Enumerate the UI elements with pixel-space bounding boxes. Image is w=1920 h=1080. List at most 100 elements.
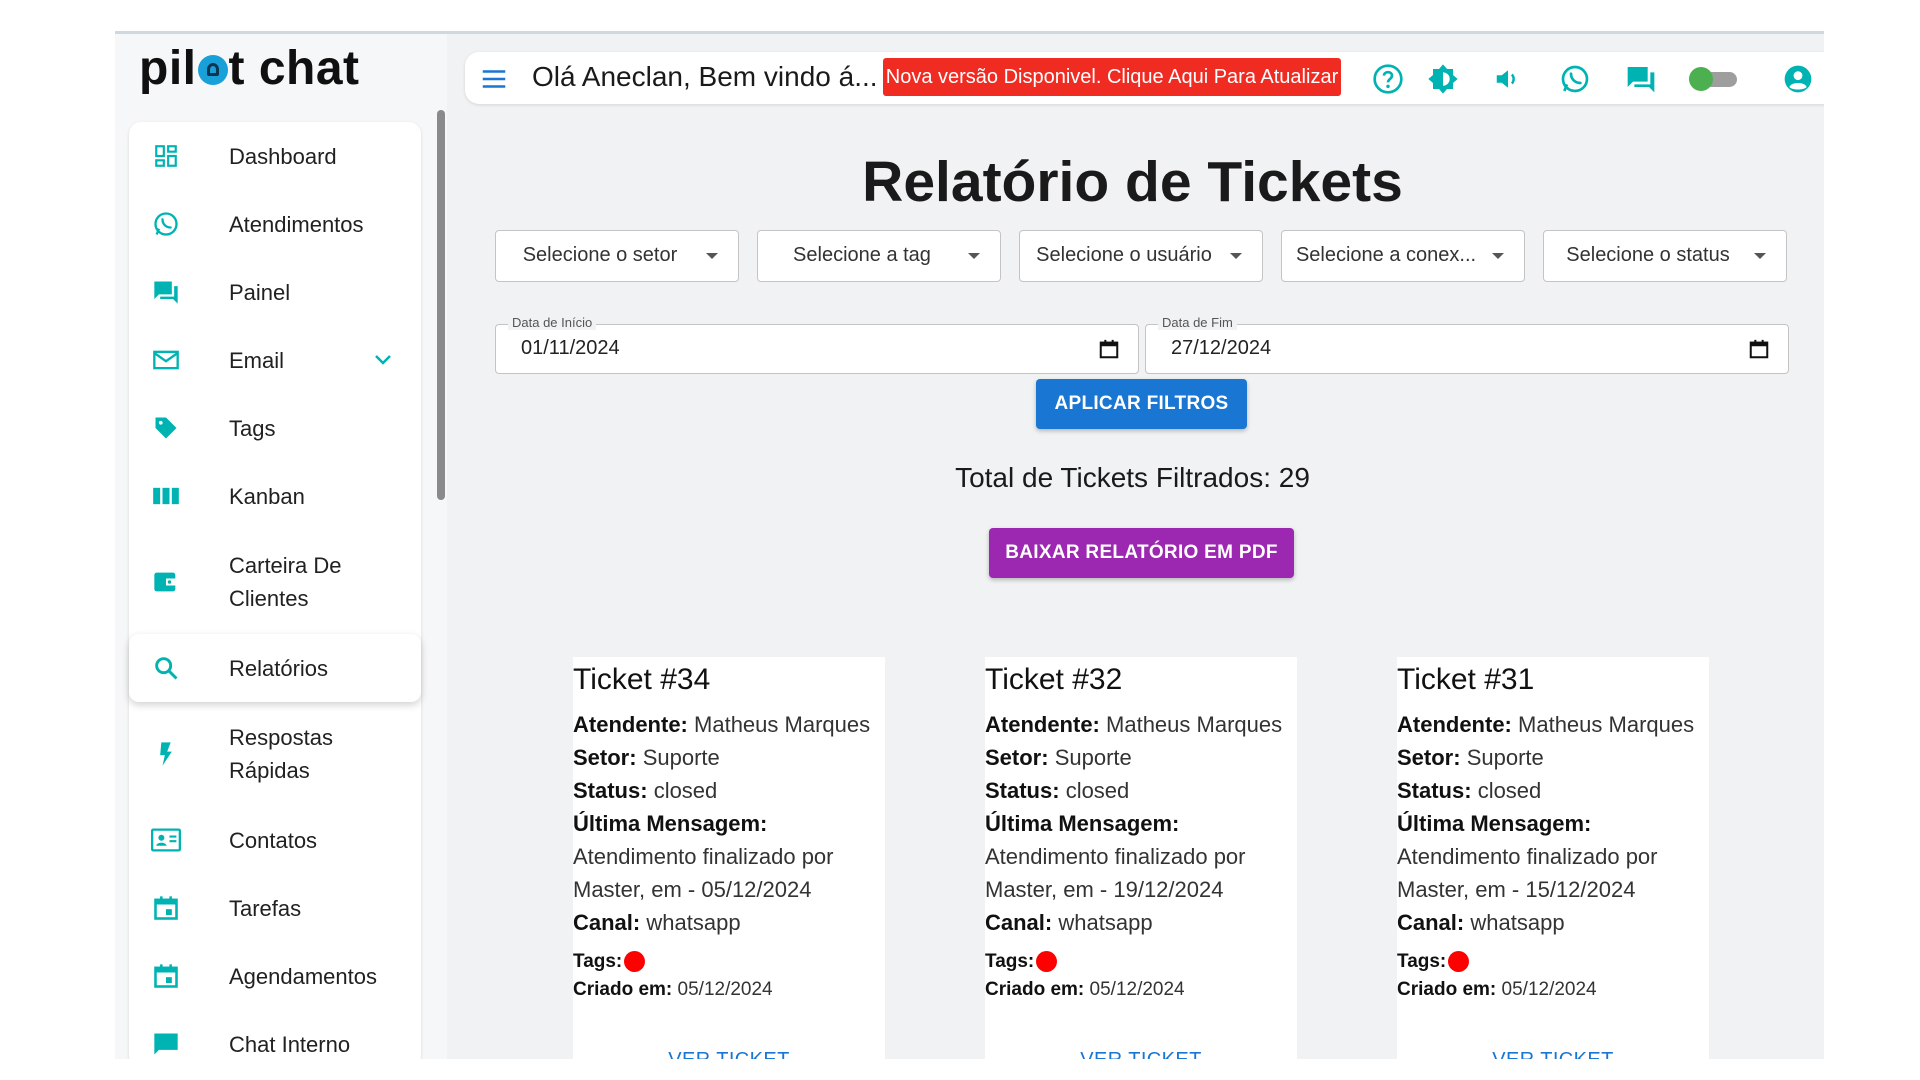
- menu-icon[interactable]: [479, 64, 509, 99]
- sidebar-item-dashboard[interactable]: Dashboard: [129, 122, 421, 190]
- ticket-sector: Setor: Suporte: [573, 741, 720, 774]
- tag-dot: [624, 951, 646, 972]
- select-label: Selecione o usuário: [1036, 244, 1212, 266]
- volume-icon[interactable]: [1492, 63, 1524, 95]
- sidebar-item-relatorios[interactable]: Relatórios: [129, 634, 421, 702]
- ticket-attendant: Atendente: Matheus Marques: [1397, 708, 1694, 741]
- sidebar-item-atendimentos[interactable]: Atendimentos: [129, 190, 421, 258]
- view-ticket-link[interactable]: VER TICKET: [573, 1049, 885, 1059]
- forum-icon: [151, 277, 181, 307]
- apply-filters-button[interactable]: APLICAR FILTROS: [1036, 379, 1247, 429]
- start-date-field[interactable]: Data de Início 01/11/2024: [495, 315, 1139, 374]
- dropdown-arrow-icon: [1492, 253, 1504, 259]
- status-value: closed: [1477, 778, 1542, 803]
- ticket-status: Status: closed: [1397, 774, 1541, 807]
- end-date-field[interactable]: Data de Fim 27/12/2024: [1145, 315, 1789, 374]
- theme-toggle[interactable]: [1685, 63, 1741, 95]
- select-label: Selecione a conex...: [1295, 244, 1477, 266]
- sidebar-item-chat-interno[interactable]: Chat Interno: [129, 1010, 421, 1059]
- wallet-icon: [151, 567, 181, 597]
- sidebar-item-label: Tags: [229, 415, 276, 441]
- chevron-down-icon[interactable]: [373, 347, 393, 373]
- ticket-status: Status: closed: [573, 774, 717, 807]
- ticket-tags: Tags:: [573, 951, 646, 973]
- sidebar-item-email[interactable]: Email: [129, 326, 421, 394]
- brightness-icon[interactable]: [1427, 63, 1459, 95]
- sidebar-item-painel[interactable]: Painel: [129, 258, 421, 326]
- status-value: closed: [653, 778, 718, 803]
- attendant-value: Matheus Marques: [1518, 712, 1695, 737]
- view-ticket-link[interactable]: VER TICKET: [985, 1049, 1297, 1059]
- sidebar-item-label: Tarefas: [229, 895, 302, 921]
- ticket-sector: Setor: Suporte: [1397, 741, 1544, 774]
- channel-value: whatsapp: [646, 910, 741, 935]
- connection-select[interactable]: Selecione a conex...: [1281, 230, 1525, 282]
- view-ticket-link[interactable]: VER TICKET: [1397, 1049, 1709, 1059]
- sidebar-scrollbar[interactable]: [437, 110, 445, 500]
- dashboard-icon: [151, 141, 181, 171]
- sector-value: Suporte: [1466, 745, 1544, 770]
- created-value: 05/12/2024: [1089, 979, 1185, 1000]
- chat-icon: [151, 1029, 181, 1059]
- mail-icon: [151, 345, 181, 375]
- ticket-attendant: Atendente: Matheus Marques: [573, 708, 870, 741]
- page-title: Relatório de Tickets: [862, 150, 1403, 214]
- sector-label: Setor:: [985, 745, 1049, 770]
- sidebar-item-agendamentos[interactable]: Agendamentos: [129, 942, 421, 1010]
- ticket-last-message-line1: Atendimento finalizado por: [573, 844, 834, 869]
- whatsapp-icon[interactable]: [1559, 63, 1591, 95]
- start-date-value[interactable]: 01/11/2024: [521, 337, 620, 360]
- ticket-last-message-line2: Master, em - 15/12/2024: [1397, 877, 1636, 902]
- attendant-label: Atendente:: [985, 712, 1100, 737]
- ticket-card: Ticket #32 Atendente: Matheus Marques Se…: [985, 657, 1297, 1059]
- sidebar-item-contatos[interactable]: Contatos: [129, 806, 421, 874]
- account-icon[interactable]: [1782, 63, 1814, 95]
- dropdown-arrow-icon: [706, 253, 718, 259]
- status-select[interactable]: Selecione o status: [1543, 230, 1787, 282]
- user-select[interactable]: Selecione o usuário: [1019, 230, 1263, 282]
- download-pdf-button[interactable]: BAIXAR RELATÓRIO EM PDF: [989, 528, 1294, 578]
- dropdown-arrow-icon: [1754, 253, 1766, 259]
- calendar-icon[interactable]: [1748, 338, 1770, 365]
- tag-select[interactable]: Selecione a tag: [757, 230, 1001, 282]
- sidebar-item-label: Chat Interno: [229, 1031, 351, 1057]
- attendant-value: Matheus Marques: [694, 712, 871, 737]
- sidebar-menu: Dashboard Atendimentos Painel Email Tags…: [129, 122, 421, 1059]
- tags-label: Tags:: [1397, 951, 1447, 972]
- sidebar-item-carteira-de-clientes[interactable]: Carteira De Clientes: [129, 530, 421, 634]
- ticket-tags: Tags:: [985, 951, 1058, 973]
- channel-value: whatsapp: [1470, 910, 1565, 935]
- ticket-last-message-line1: Atendimento finalizado por: [985, 844, 1246, 869]
- status-label: Status:: [985, 778, 1060, 803]
- channel-label: Canal:: [573, 910, 641, 935]
- attendant-label: Atendente:: [1397, 712, 1512, 737]
- logo-text-right: t chat: [228, 41, 360, 95]
- ticket-title: Ticket #31: [1397, 663, 1535, 696]
- sidebar-item-kanban[interactable]: Kanban: [129, 462, 421, 530]
- ticket-last-message-line2: Master, em - 19/12/2024: [985, 877, 1224, 902]
- sidebar-item-respostas-rapidas[interactable]: Respostas Rápidas: [129, 702, 421, 806]
- end-date-value[interactable]: 27/12/2024: [1171, 337, 1271, 360]
- status-label: Status:: [1397, 778, 1472, 803]
- channel-value: whatsapp: [1058, 910, 1153, 935]
- tag-dot: [1036, 951, 1058, 972]
- ticket-title: Ticket #34: [573, 663, 711, 696]
- forum-icon[interactable]: [1625, 63, 1657, 95]
- calendar-icon[interactable]: [1098, 338, 1120, 365]
- sidebar: pil t chat Dashboard Atendimentos Painel: [115, 34, 447, 1059]
- select-label: Selecione a tag: [793, 244, 931, 266]
- kanban-icon: [151, 481, 181, 511]
- search-icon: [151, 653, 181, 683]
- ticket-sector: Setor: Suporte: [985, 741, 1132, 774]
- update-available-banner[interactable]: Nova versão Disponivel. Clique Aqui Para…: [883, 58, 1341, 96]
- sector-select[interactable]: Selecione o setor: [495, 230, 739, 282]
- status-value: closed: [1065, 778, 1130, 803]
- dropdown-arrow-icon: [1230, 253, 1242, 259]
- sidebar-item-tarefas[interactable]: Tarefas: [129, 874, 421, 942]
- sector-label: Setor:: [1397, 745, 1461, 770]
- ticket-created: Criado em: 05/12/2024: [985, 979, 1185, 1001]
- sidebar-item-label: Atendimentos: [229, 211, 364, 237]
- help-icon[interactable]: [1372, 63, 1404, 95]
- ticket-created: Criado em: 05/12/2024: [573, 979, 773, 1001]
- sidebar-item-tags[interactable]: Tags: [129, 394, 421, 462]
